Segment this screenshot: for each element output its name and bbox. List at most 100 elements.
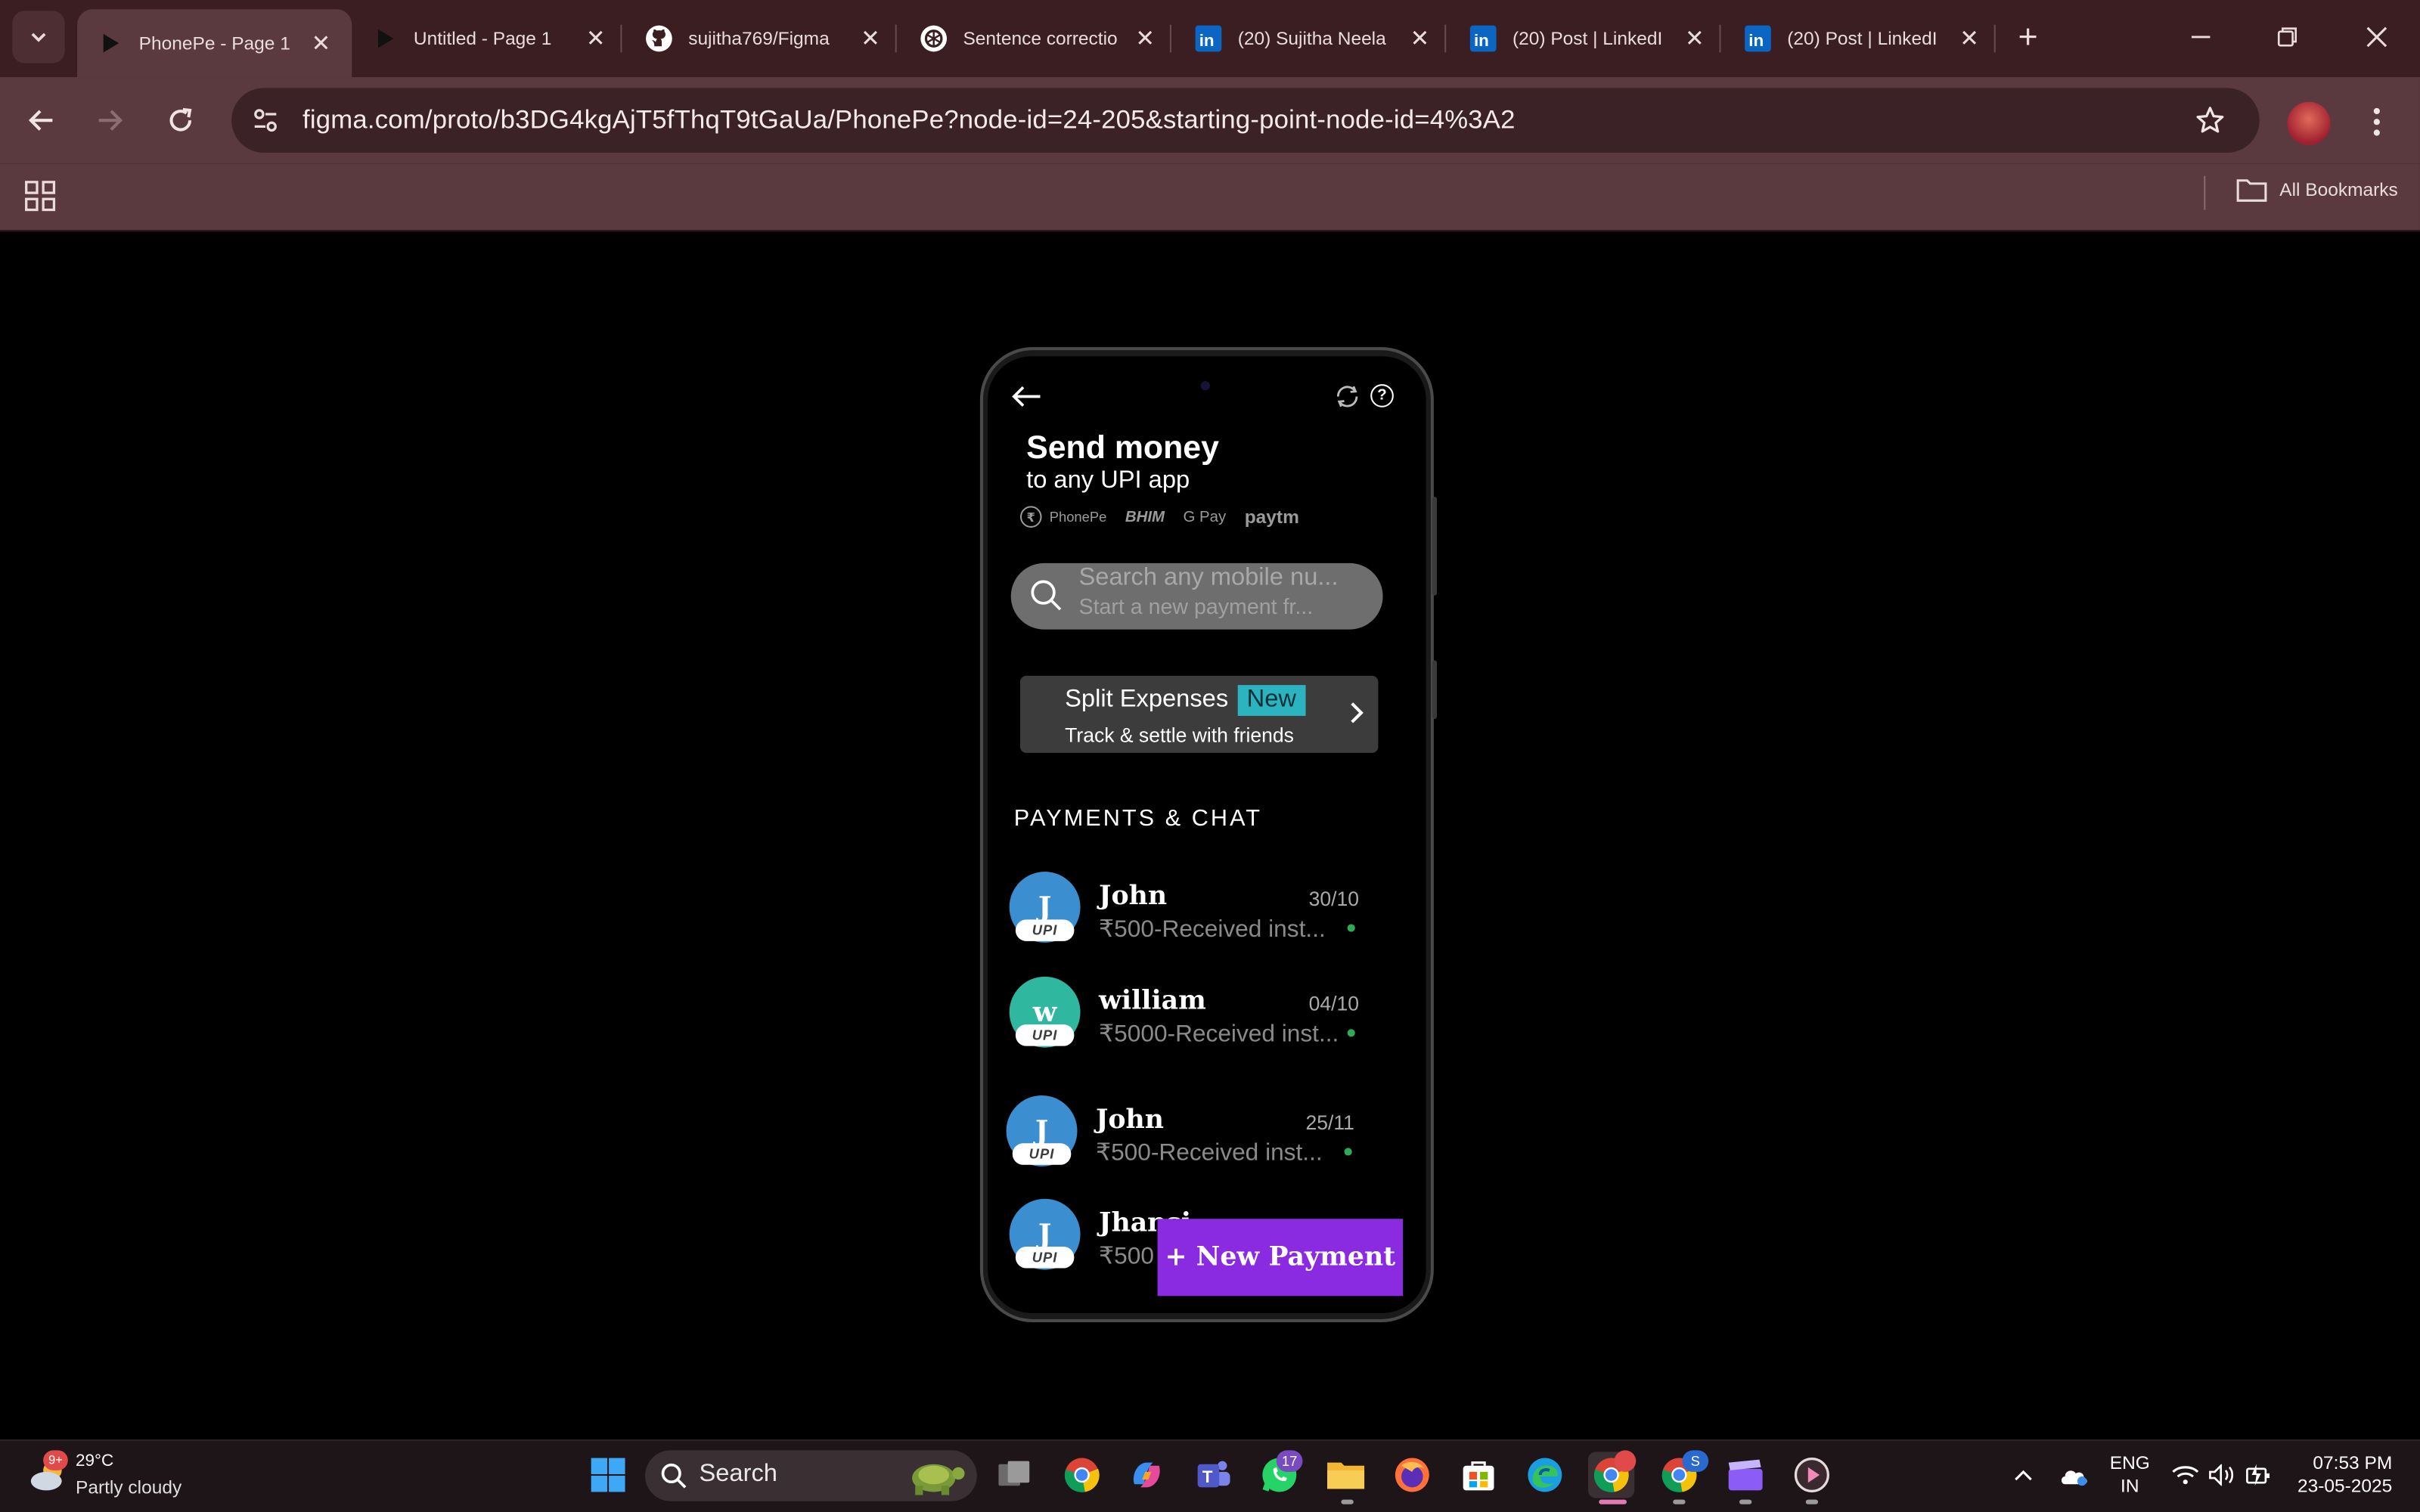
edge-taskbar-icon[interactable]: [1522, 1452, 1568, 1498]
profile-avatar[interactable]: [2287, 101, 2331, 145]
tab-title: (20) Post | LinkedI: [1512, 27, 1663, 50]
show-hidden-icons-button[interactable]: [2009, 1453, 2037, 1496]
store-taskbar-icon[interactable]: [1455, 1452, 1501, 1498]
tab-chatgpt[interactable]: Sentence correctio ✕: [901, 0, 1176, 77]
media-player-taskbar-icon[interactable]: [1789, 1452, 1835, 1498]
tab-linkedin-profile[interactable]: in (20) Sujitha Neela ✕: [1176, 0, 1450, 77]
upi-app-logos: ₹ PhonePe BHIM G Pay paytm: [1019, 506, 1317, 528]
close-icon[interactable]: ✕: [1401, 20, 1438, 57]
chevron-right-icon: [1351, 702, 1364, 723]
contact-date: 04/10: [1308, 992, 1360, 1015]
close-icon[interactable]: ✕: [577, 20, 614, 57]
firefox-taskbar-icon[interactable]: [1389, 1452, 1435, 1498]
help-icon[interactable]: ?: [1370, 384, 1394, 407]
onedrive-tray-icon[interactable]: [2055, 1453, 2093, 1496]
online-dot: [1344, 1148, 1352, 1156]
clipchamp-taskbar-icon[interactable]: [1723, 1452, 1769, 1498]
clock[interactable]: 07:53 PM 23-05-2025: [2294, 1452, 2393, 1498]
new-tab-button[interactable]: +: [2006, 15, 2049, 58]
contact-message: ₹500-Received inst...: [1095, 1140, 1323, 1167]
search-placeholder: Start a new payment fr...: [1078, 593, 1314, 619]
split-expenses-subtitle: Track & settle with friends: [1065, 723, 1294, 747]
tab-bar: PhonePe - Page 1 ✕ Untitled - Page 1 ✕ s…: [0, 0, 2420, 78]
clock-date: 23-05-2025: [2297, 1475, 2393, 1497]
task-view-icon: [998, 1461, 1030, 1486]
openai-icon: [920, 25, 948, 53]
search-input[interactable]: Search any mobile nu... Start a new paym…: [1010, 562, 1383, 630]
tab-phonepe[interactable]: PhonePe - Page 1 ✕: [77, 9, 352, 78]
kebab-menu-icon: [2373, 107, 2380, 136]
page-subtitle: to any UPI app: [1026, 467, 1190, 494]
apps-grid-icon[interactable]: [22, 178, 59, 215]
contact-name: John: [1095, 1105, 1164, 1136]
tab-linkedin-post-2[interactable]: in (20) Post | LinkedI ✕: [1726, 0, 2000, 77]
teams-taskbar-icon[interactable]: T: [1190, 1452, 1236, 1498]
bookmarks-bar: All Bookmarks: [0, 163, 2420, 232]
wifi-icon: [2172, 1466, 2199, 1485]
edge-icon: [1528, 1458, 1562, 1492]
contact-row[interactable]: w UPI william 04/10 ₹5000-Received inst.…: [1009, 976, 1380, 1063]
contact-message: ₹500-Received inst...: [1099, 916, 1326, 943]
whatsapp-badge: 17: [1276, 1450, 1303, 1472]
task-view-button[interactable]: [991, 1452, 1037, 1498]
copilot-taskbar-icon[interactable]: [1124, 1452, 1170, 1498]
close-icon[interactable]: ✕: [1676, 20, 1713, 57]
forward-button[interactable]: [85, 96, 134, 145]
tab-separator: [1719, 24, 1721, 53]
split-expenses-title: Split Expenses New: [1065, 685, 1306, 716]
svg-text:T: T: [1202, 1467, 1213, 1486]
running-indicator: [1673, 1499, 1686, 1504]
tab-untitled[interactable]: Untitled - Page 1 ✕: [352, 0, 626, 77]
minimize-button[interactable]: [2170, 12, 2232, 61]
taskbar-search[interactable]: Search: [645, 1450, 977, 1501]
url-text[interactable]: figma.com/proto/b3DG4kgAjT5fThqT9tGaUa/P…: [302, 105, 1516, 136]
close-icon[interactable]: ✕: [852, 20, 889, 57]
tab-search-button[interactable]: [12, 11, 65, 64]
tab-github[interactable]: sujitha769/Figma ✕: [627, 0, 901, 77]
windows-icon: [591, 1458, 625, 1492]
back-button[interactable]: [17, 96, 66, 145]
wifi-tray-icon[interactable]: [2170, 1453, 2201, 1496]
tab-title: (20) Post | LinkedI: [1787, 27, 1938, 50]
site-settings-icon[interactable]: [247, 102, 284, 139]
chrome-taskbar-icon[interactable]: [1059, 1452, 1105, 1498]
refresh-icon[interactable]: [1333, 383, 1361, 411]
contact-row[interactable]: J UPI John 30/10 ₹500-Received inst...: [1009, 872, 1380, 958]
tab-title: sujitha769/Figma: [688, 27, 830, 50]
search-label: Search: [699, 1461, 777, 1488]
weather-widget[interactable]: 9+ 29°C Partly cloudy: [28, 1448, 197, 1504]
close-window-button[interactable]: [2346, 12, 2408, 61]
language-indicator[interactable]: ENG IN: [2108, 1452, 2152, 1498]
address-bar[interactable]: figma.com/proto/b3DG4kgAjT5fThqT9tGaUa/P…: [231, 88, 2260, 153]
firefox-icon: [1395, 1458, 1429, 1492]
close-icon[interactable]: ✕: [302, 25, 340, 62]
browser-menu-button[interactable]: [2361, 99, 2392, 145]
all-bookmarks-button[interactable]: All Bookmarks: [2236, 178, 2398, 203]
split-expenses-card[interactable]: Split Expenses New Track & settle with f…: [1019, 675, 1379, 753]
tab-separator: [895, 24, 897, 53]
start-button[interactable]: [585, 1452, 631, 1498]
folder-icon: [1327, 1462, 1365, 1489]
chevron-down-icon: [31, 33, 46, 42]
volume-tray-icon[interactable]: [2207, 1453, 2238, 1496]
close-icon[interactable]: ✕: [1951, 20, 1988, 57]
section-title: PAYMENTS & CHAT: [1013, 805, 1263, 832]
back-arrow-button[interactable]: [1010, 380, 1044, 414]
tab-linkedin-post-1[interactable]: in (20) Post | LinkedI ✕: [1450, 0, 1725, 77]
clapperboard-icon: [1728, 1459, 1763, 1491]
close-icon[interactable]: ✕: [1127, 20, 1164, 57]
copilot-icon: [1133, 1462, 1160, 1488]
svg-text:in: in: [1474, 31, 1489, 50]
restore-button[interactable]: [2257, 12, 2319, 61]
contact-row[interactable]: J UPI John 25/11 ₹500-Received inst...: [1006, 1095, 1377, 1182]
contact-name: John: [1099, 881, 1168, 912]
new-payment-button[interactable]: + New Payment: [1157, 1219, 1404, 1297]
file-explorer-taskbar-icon[interactable]: [1323, 1452, 1369, 1498]
arrow-left-icon: [28, 110, 53, 131]
bhim-logo: BHIM: [1125, 508, 1165, 525]
weather-badge: 9+: [43, 1450, 68, 1470]
reload-button[interactable]: [156, 96, 205, 145]
bookmark-star-icon[interactable]: [2192, 102, 2229, 139]
battery-tray-icon[interactable]: [2244, 1453, 2275, 1496]
tab-separator: [1993, 24, 1996, 53]
